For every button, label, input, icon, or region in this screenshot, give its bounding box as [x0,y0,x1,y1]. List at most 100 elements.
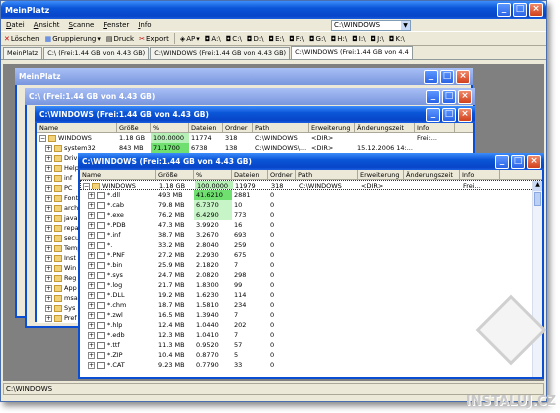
expand-icon[interactable]: + [45,184,52,192]
table-row[interactable]: + *.edb 12.3 MB 1.0410 7 0 [80,330,542,340]
expand-icon[interactable]: + [88,201,95,209]
table-row[interactable]: + system32 843 MB 71.1700 6738 138 C:\WIN… [37,143,473,153]
menu-datei[interactable]: Datei [6,21,25,29]
expand-icon[interactable]: + [45,174,52,182]
table-row[interactable]: + *.exe 76.2 MB 6.4290 773 0 [80,210,542,220]
col-percent[interactable]: % [194,170,232,179]
expand-icon[interactable]: + [88,221,95,229]
expand-icon[interactable]: + [45,294,52,302]
close-button[interactable]: × [529,3,543,17]
col-size[interactable]: Größe [117,123,151,132]
expand-icon[interactable]: + [45,194,52,202]
expand-icon[interactable]: + [88,241,95,249]
col-modified[interactable]: Änderungszeit [355,123,415,132]
maximize-button[interactable]: □ [511,155,525,169]
expand-icon[interactable]: + [88,311,95,319]
print-button[interactable]: ▤ Druck [106,35,134,43]
expand-icon[interactable]: + [45,304,52,312]
expand-icon[interactable]: + [45,214,52,222]
table-row[interactable]: + *.inf 38.7 MB 3.2670 693 0 [80,230,542,240]
expand-icon[interactable]: + [45,274,52,282]
table-row[interactable]: + *.PNF 27.2 MB 2.2930 675 0 [80,250,542,260]
col-folders[interactable]: Ordner [223,123,253,132]
drive-a-button[interactable]: ◘ A:\ [205,35,221,43]
tab-c-windows-1[interactable]: C:\WINDOWS (Frei:1.44 GB von 4.43 GB) [150,47,291,59]
expand-icon[interactable]: + [88,191,95,199]
collapse-icon[interactable]: − [83,182,90,189]
expand-icon[interactable]: + [45,204,52,212]
table-row[interactable]: + *.cab 79.8 MB 6.7370 10 0 [80,200,542,210]
vertical-scrollbar[interactable]: ▲ [532,181,542,377]
expand-icon[interactable]: + [88,341,95,349]
menu-info[interactable]: Info [138,21,151,29]
table-row[interactable]: + *.chm 18.7 MB 1.5810 234 0 [80,300,542,310]
col-info[interactable]: Info [415,123,455,132]
col-info[interactable]: Info [460,170,500,179]
table-row[interactable]: + *.DLL 19.2 MB 1.6230 114 0 [80,290,542,300]
scroll-up-icon[interactable]: ▲ [533,181,542,191]
delete-button[interactable]: ✕ Löschen [4,35,40,43]
path-combo[interactable]: C:\WINDOWS ▼ [331,20,411,31]
maximize-button[interactable]: □ [442,108,456,122]
drive-d-button[interactable]: ◘ D:\ [247,35,264,43]
col-name[interactable]: Name [80,170,156,179]
expand-icon[interactable]: + [45,314,52,322]
expand-icon[interactable]: + [88,231,95,239]
col-path[interactable]: Path [253,123,309,132]
drive-h-button[interactable]: ◘ H:\ [331,35,348,43]
col-percent[interactable]: % [151,123,189,132]
table-row[interactable]: + *.log 21.7 MB 1.8300 99 0 [80,280,542,290]
expand-icon[interactable]: + [45,264,52,272]
tab-c-windows-2[interactable]: C:\WINDOWS (Frei:1.44 GB von 4.4 [291,46,413,59]
maximize-button[interactable]: □ [442,90,456,104]
col-folders[interactable]: Ordner [268,170,296,179]
close-button[interactable]: × [458,90,472,104]
expand-icon[interactable]: + [88,281,95,289]
expand-icon[interactable]: + [45,224,52,232]
expand-icon[interactable]: + [88,271,95,279]
col-files[interactable]: Dateien [189,123,223,132]
expand-icon[interactable]: + [45,164,52,172]
chevron-down-icon[interactable]: ▼ [401,21,410,30]
menu-fenster[interactable]: Fenster [103,21,129,29]
drive-j-button[interactable]: ◘ J:\ [371,35,384,43]
drive-f-button[interactable]: ◘ F:\ [289,35,304,43]
minimize-button[interactable]: _ [424,70,438,84]
tab-meinplatz[interactable]: MeinPlatz [3,47,43,59]
drive-c-button[interactable]: ◘ C:\ [226,35,242,43]
col-files[interactable]: Dateien [232,170,268,179]
expand-icon[interactable]: + [45,234,52,242]
minimize-button[interactable]: _ [495,155,509,169]
col-name[interactable]: Name [37,123,117,132]
drive-k-button[interactable]: ◘ K:\ [389,35,405,43]
collapse-icon[interactable]: − [39,134,46,142]
window-c-windows-front[interactable]: C:\WINDOWS (Frei:1.44 GB von 4.43 GB) _ □… [78,153,544,379]
table-row[interactable]: + *.hlp 12.4 MB 1.0440 202 0 [80,320,542,330]
minimize-button[interactable]: _ [497,3,511,17]
table-row[interactable]: + *.CAT 9.23 MB 0.7790 33 0 [80,360,542,370]
table-row[interactable]: + *.bin 25.9 MB 2.1820 7 0 [80,260,542,270]
expand-icon[interactable]: + [45,144,52,152]
table-row[interactable]: + *.zwl 16.5 MB 1.3940 7 0 [80,310,542,320]
table-row[interactable]: + *.ttf 11.3 MB 0.9520 57 0 [80,340,542,350]
col-extension[interactable]: Erweiterung [309,123,355,132]
menu-ansicht[interactable]: Ansicht [34,21,60,29]
expand-icon[interactable]: + [88,261,95,269]
table-row[interactable]: + *.sys 24.7 MB 2.0820 298 0 [80,270,542,280]
expand-icon[interactable]: + [45,244,52,252]
expand-icon[interactable]: + [88,331,95,339]
menu-scanne[interactable]: Scanne [69,21,95,29]
expand-icon[interactable]: + [45,154,52,162]
close-button[interactable]: × [458,108,472,122]
table-row[interactable]: + *. 33.2 MB 2.8040 259 0 [80,240,542,250]
close-button[interactable]: × [456,70,470,84]
expand-icon[interactable]: + [88,321,95,329]
drive-e-button[interactable]: ◘ E:\ [269,35,285,43]
drive-i-button[interactable]: ◘ I:\ [352,35,365,43]
scroll-thumb[interactable] [534,192,541,206]
minimize-button[interactable]: _ [426,90,440,104]
table-row[interactable]: − WINDOWS 1.18 GB 100.0000 11979 318 C:\WINDOW… [80,180,542,190]
expand-icon[interactable]: + [45,254,52,262]
expand-icon[interactable]: + [88,361,95,369]
table-row[interactable]: + *.PDB 47.3 MB 3.9920 16 0 [80,220,542,230]
